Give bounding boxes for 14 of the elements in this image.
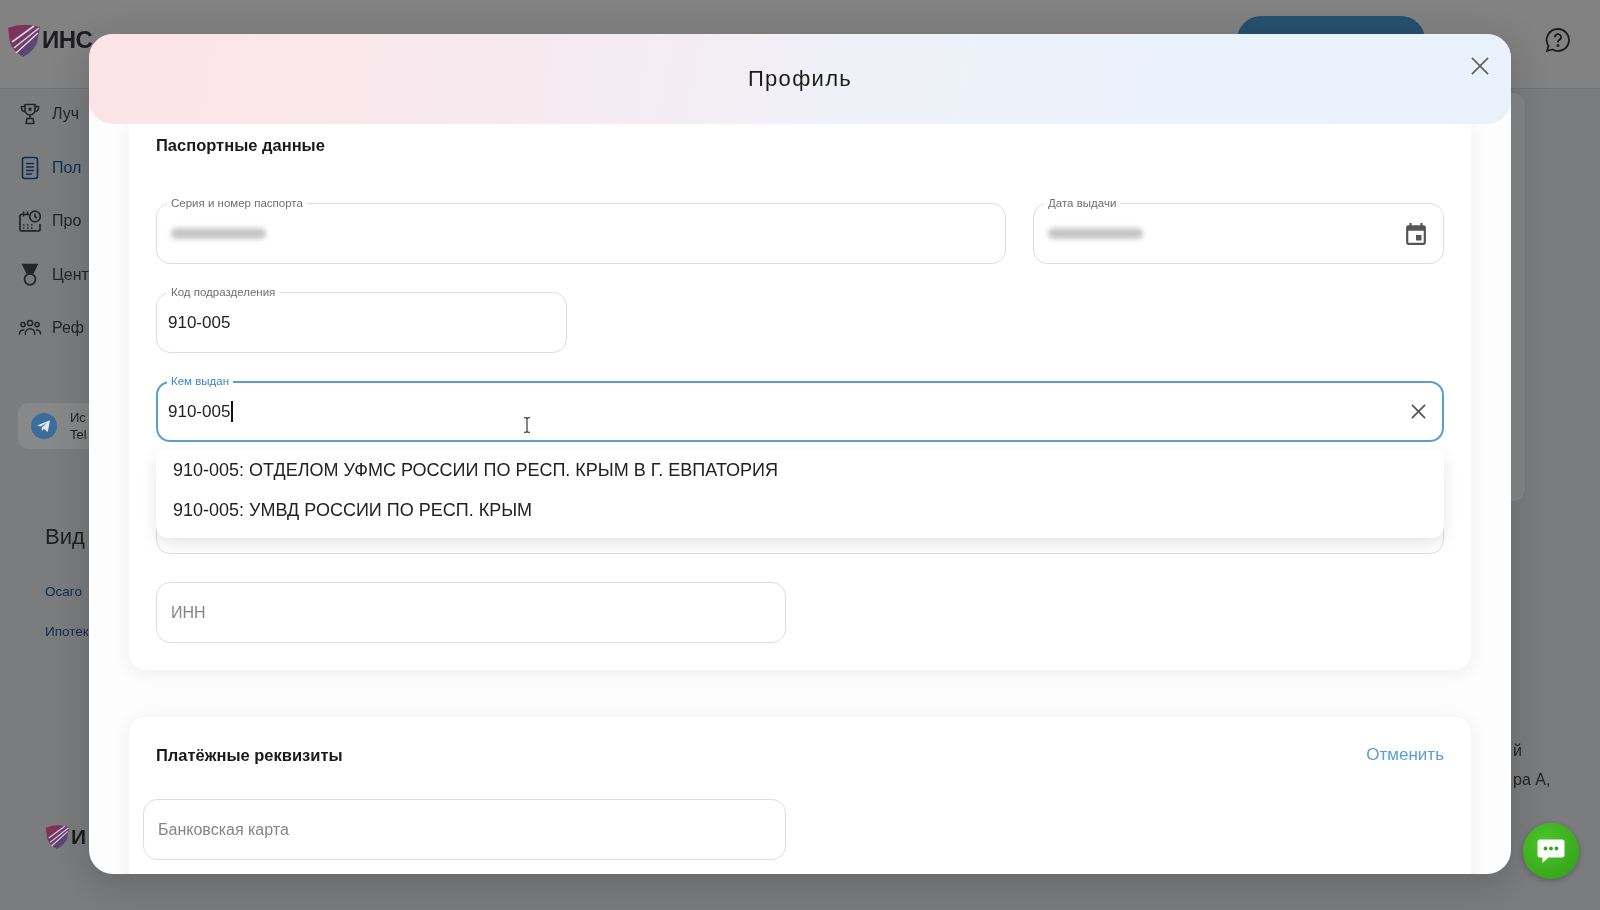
section-title: Паспортные данные [156,135,325,155]
logo-text: И [71,824,87,849]
field-label: Код подразделения [167,285,280,299]
field-label: Кем выдан [167,374,234,388]
field-label: Дата выдачи [1044,196,1121,210]
field-label: Серия и номер паспорта [167,196,307,210]
page-text: ра А, [1513,771,1551,789]
section-title: Платёжные реквизиты [156,745,343,765]
page-text: й [1513,742,1522,760]
modal-title: Профиль [747,66,853,92]
logo-text: ИНС [42,26,93,54]
promo-text: Tel [70,426,87,443]
promo-text: Ис [70,409,86,426]
footer-heading: Вид [45,524,85,550]
